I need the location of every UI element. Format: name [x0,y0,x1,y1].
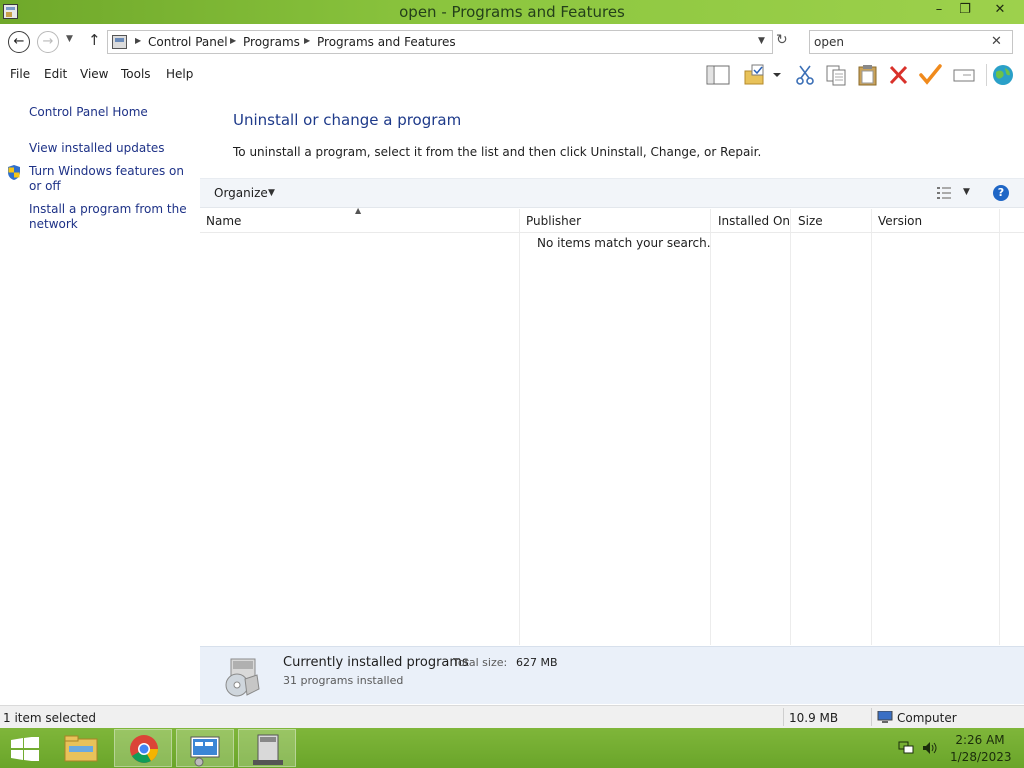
empty-list-message: No items match your search. [537,236,711,250]
breadcrumb-separator-icon[interactable]: ▶ [304,36,310,45]
column-divider[interactable] [790,209,791,645]
menu-edit[interactable]: Edit [44,67,67,81]
organize-dropdown-icon[interactable]: ▼ [268,188,275,198]
delete-icon[interactable] [886,63,912,87]
file-explorer-taskbar-button[interactable] [52,729,110,767]
layout-pane-icon[interactable] [705,63,731,87]
control-panel-icon [112,35,127,49]
breadcrumb-separator-icon[interactable]: ▶ [135,36,141,45]
control-panel-taskbar-button[interactable] [176,729,234,767]
network-icon[interactable] [898,741,914,755]
clock-time[interactable]: 2:26 AM [950,733,1010,747]
view-dropdown-icon[interactable]: ▼ [963,187,970,197]
shield-icon [8,165,20,180]
window-title: open - Programs and Features [399,3,625,21]
recent-locations-button[interactable]: ▼ [66,34,73,44]
folder-options-icon[interactable] [742,63,768,87]
column-name[interactable]: Name [206,214,241,228]
breadcrumb-programs[interactable]: Programs [243,35,300,49]
close-button[interactable]: ✕ [984,0,1016,22]
column-divider[interactable] [710,209,711,645]
view-installed-updates-link[interactable]: View installed updates [29,141,165,156]
address-bar: ← → ▼ ↑ ▶ Control Panel ▶ Programs ▶ Pro… [0,24,1024,60]
refresh-icon: ↻ [776,32,788,48]
column-divider[interactable] [519,209,520,645]
search-box[interactable]: ✕ [809,30,1013,54]
program-list[interactable]: Name ▲ Publisher Installed On Size Versi… [200,206,1024,645]
turn-windows-features-link[interactable]: Turn Windows features on or off [29,164,194,194]
taskbar: 2:26 AM 1/28/2023 [0,728,1024,768]
size-status: 10.9 MB [789,711,839,725]
folder-options-dropdown-icon[interactable] [770,63,784,87]
zone-status: Computer [897,711,957,725]
volume-icon[interactable] [922,741,938,755]
forward-button[interactable]: → [37,31,59,53]
maximize-button[interactable]: ❐ [950,0,980,22]
back-button[interactable]: ← [8,31,30,53]
globe-icon[interactable] [990,63,1016,87]
arrow-right-icon: → [42,34,54,49]
chrome-taskbar-button[interactable] [114,729,172,767]
computer-icon [877,711,893,723]
status-divider [783,708,784,726]
properties-check-icon[interactable] [918,63,944,87]
arrow-up-icon: ↑ [88,31,101,49]
status-bar: 1 item selected 10.9 MB Computer [0,705,1024,728]
clock-date[interactable]: 1/28/2023 [950,750,1012,764]
sort-ascending-icon: ▲ [355,206,362,215]
refresh-button[interactable]: ↻ [776,32,788,48]
address-field[interactable]: ▶ Control Panel ▶ Programs ▶ Programs an… [107,30,773,54]
view-options-icon[interactable] [937,187,951,199]
column-publisher[interactable]: Publisher [526,214,581,228]
menu-tools[interactable]: Tools [121,67,151,81]
breadcrumb-programs-and-features[interactable]: Programs and Features [317,35,456,49]
up-button[interactable]: ↑ [88,31,101,49]
menu-file[interactable]: File [10,67,30,81]
tasks-pane: Control Panel Home View installed update… [0,90,200,704]
programs-count: 31 programs installed [283,674,404,687]
breadcrumb-separator-icon[interactable]: ▶ [230,36,236,45]
arrow-left-icon: ← [13,34,25,49]
control-panel-home-link[interactable]: Control Panel Home [29,105,148,120]
breadcrumb-control-panel[interactable]: Control Panel [148,35,228,49]
installed-programs-icon [225,658,260,697]
toolbar-divider [986,64,987,86]
column-divider[interactable] [999,209,1000,645]
organize-button[interactable]: Organize [214,186,268,200]
paste-icon[interactable] [855,63,881,87]
total-size-value: 627 MB [516,656,558,669]
cut-icon[interactable] [792,63,818,87]
clear-search-icon[interactable]: ✕ [991,34,1002,49]
rename-icon[interactable] [951,63,977,87]
header-divider [200,232,1024,233]
programs-window-taskbar-button[interactable] [238,729,296,767]
details-title: Currently installed programs [283,655,469,670]
chrome-icon [130,735,158,763]
column-divider[interactable] [871,209,872,645]
command-bar: Organize ▼ ▼ ? [200,178,1024,208]
install-from-network-link[interactable]: Install a program from the network [29,202,189,232]
status-divider [871,708,872,726]
copy-icon[interactable] [823,63,849,87]
file-explorer-icon [64,735,98,762]
windows-start-icon[interactable] [11,737,39,761]
control-panel-icon [190,736,220,767]
page-instructions: To uninstall a program, select it from t… [233,145,762,159]
selection-status: 1 item selected [3,711,97,725]
programs-window-icon [253,734,283,765]
menu-help[interactable]: Help [166,67,193,81]
help-icon[interactable]: ? [993,185,1009,201]
title-bar: open - Programs and Features – ❐ ✕ [0,0,1024,24]
total-size-label: Total size: [453,656,508,669]
address-dropdown-icon[interactable]: ▼ [758,36,765,46]
page-title: Uninstall or change a program [233,111,462,129]
menu-view[interactable]: View [80,67,108,81]
search-input[interactable] [814,34,984,50]
column-installed-on[interactable]: Installed On [718,214,790,228]
details-pane: Currently installed programs Total size:… [200,646,1024,704]
column-size[interactable]: Size [798,214,823,228]
column-version[interactable]: Version [878,214,922,228]
